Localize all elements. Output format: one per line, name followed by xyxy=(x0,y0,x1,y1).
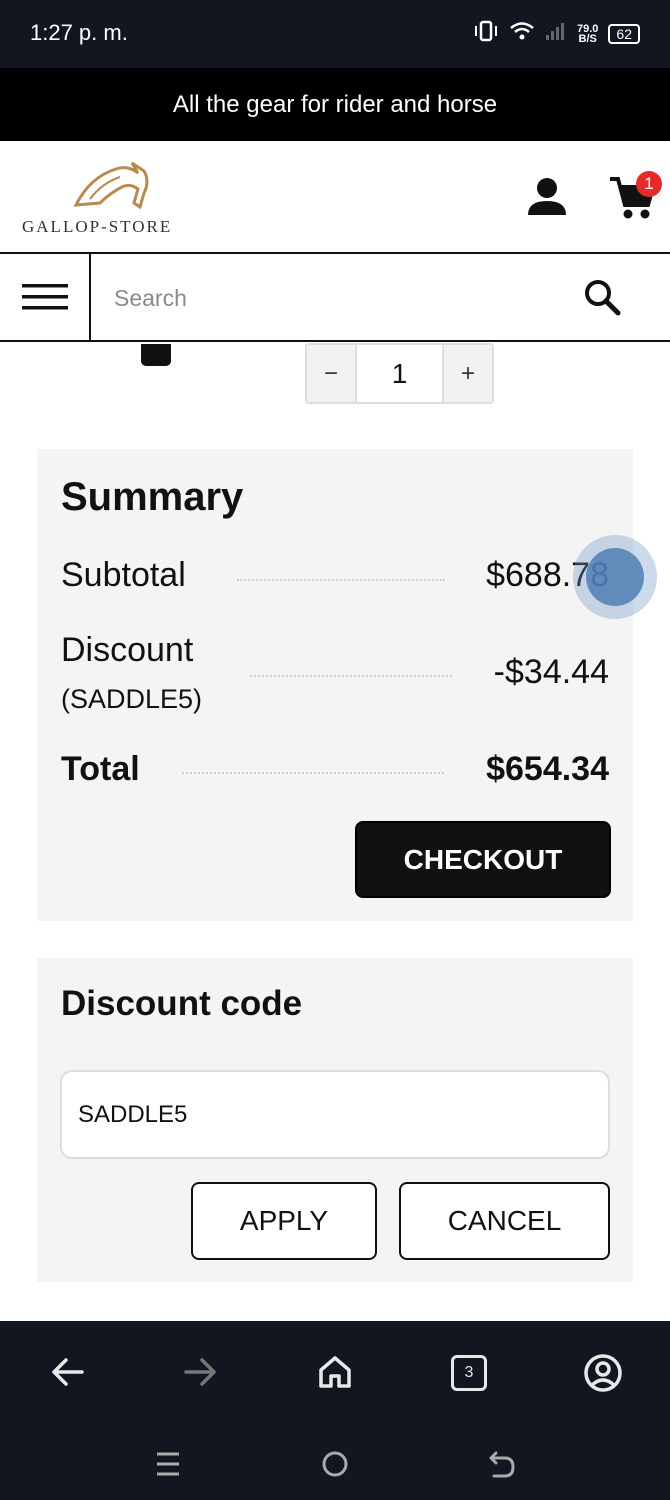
apply-button[interactable]: APPLY xyxy=(191,1182,377,1260)
subtotal-leader xyxy=(237,579,445,581)
network-speed: 79.0 B/S xyxy=(577,23,598,45)
touch-indicator xyxy=(573,535,657,619)
discount-leader xyxy=(250,675,452,677)
cart-item-image xyxy=(141,344,171,366)
promo-text: All the gear for rider and horse xyxy=(172,90,498,118)
home-icon[interactable] xyxy=(317,1354,353,1395)
discount-label: Discount xyxy=(61,631,194,669)
touch-indicator-core xyxy=(586,548,644,606)
total-leader xyxy=(182,772,444,774)
increase-quantity-button[interactable]: + xyxy=(444,345,492,402)
menu-button[interactable] xyxy=(0,254,91,340)
search-bar xyxy=(0,254,670,342)
summary-title: Summary xyxy=(61,475,244,519)
account-icon[interactable] xyxy=(526,177,568,222)
back-arrow-icon[interactable] xyxy=(50,1356,84,1393)
discount-value: -$34.44 xyxy=(493,653,609,691)
search-input[interactable] xyxy=(114,280,534,316)
profile-icon[interactable] xyxy=(583,1353,623,1398)
cancel-button[interactable]: CANCEL xyxy=(399,1182,610,1260)
site-header: GALLOP-STORE 1 xyxy=(0,141,670,254)
discount-code-title: Discount code xyxy=(61,984,303,1023)
decrease-quantity-button[interactable]: − xyxy=(307,345,355,402)
subtotal-label: Subtotal xyxy=(61,556,186,594)
battery-icon: 62 xyxy=(608,23,640,44)
total-label: Total xyxy=(61,750,140,788)
promo-banner: All the gear for rider and horse xyxy=(0,68,670,141)
tabs-count-button[interactable]: 3 xyxy=(451,1355,487,1391)
order-summary: Summary Subtotal $688.78 Discount (SADDL… xyxy=(37,449,633,921)
quantity-stepper: − 1 + xyxy=(305,343,494,404)
store-logo[interactable]: GALLOP-STORE xyxy=(22,159,202,239)
forward-arrow-icon[interactable] xyxy=(184,1356,218,1393)
discount-code-input[interactable]: SADDLE5 xyxy=(60,1070,610,1159)
total-value: $654.34 xyxy=(486,750,609,788)
logo-text: GALLOP-STORE xyxy=(22,217,173,236)
quantity-value[interactable]: 1 xyxy=(355,345,444,402)
discount-code-applied: (SADDLE5) xyxy=(61,684,203,714)
status-icons: 79.0 B/S 62 xyxy=(473,20,640,47)
network-speed-unit: B/S xyxy=(578,32,597,45)
hamburger-icon xyxy=(21,284,68,310)
cart-count-badge: 1 xyxy=(636,171,662,197)
signal-icon xyxy=(545,21,567,46)
recent-apps-icon[interactable] xyxy=(155,1450,181,1483)
status-time: 1:27 p. m. xyxy=(30,20,128,45)
search-icon[interactable] xyxy=(583,278,621,321)
vibrate-icon xyxy=(473,20,499,47)
discount-code-panel: Discount code SADDLE5 APPLY CANCEL xyxy=(37,958,633,1282)
system-back-icon[interactable] xyxy=(488,1449,516,1484)
horse-logo-icon xyxy=(73,161,149,210)
system-home-icon[interactable] xyxy=(321,1450,349,1483)
status-bar: 1:27 p. m. 79.0 B/S 62 xyxy=(0,0,670,68)
checkout-button[interactable]: CHECKOUT xyxy=(355,821,611,898)
wifi-icon xyxy=(509,20,535,47)
